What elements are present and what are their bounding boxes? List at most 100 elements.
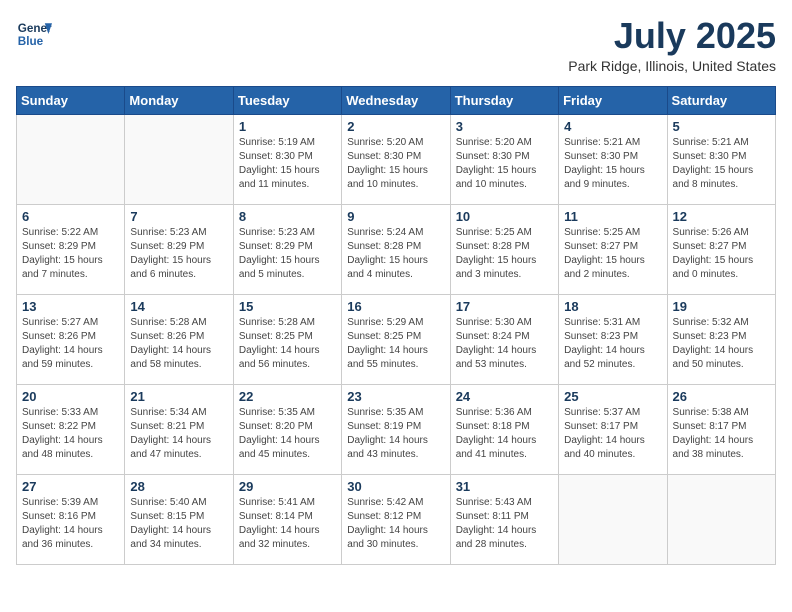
calendar-cell: 13 Sunrise: 5:27 AM Sunset: 8:26 PM Dayli… bbox=[17, 294, 125, 384]
day-info: Sunrise: 5:37 AM Sunset: 8:17 PM Dayligh… bbox=[564, 406, 661, 462]
calendar-cell: 16 Sunrise: 5:29 AM Sunset: 8:25 PM Dayli… bbox=[342, 294, 450, 384]
day-number: 7 bbox=[130, 209, 227, 224]
day-number: 31 bbox=[456, 479, 553, 494]
calendar-cell: 6 Sunrise: 5:22 AM Sunset: 8:29 PM Daylig… bbox=[17, 204, 125, 294]
calendar-cell: 15Sunrise: 5:28 AM Sunset: 8:25 PM Dayli… bbox=[233, 294, 341, 384]
day-number: 20 bbox=[22, 389, 119, 404]
calendar-cell: 31 Sunrise: 5:43 AM Sunset: 8:11 PM Dayli… bbox=[450, 474, 558, 564]
day-info: Sunrise: 5:35 AM Sunset: 8:19 PM Dayligh… bbox=[347, 406, 444, 462]
day-info: Sunrise: 5:20 AM Sunset: 8:30 PM Dayligh… bbox=[347, 136, 444, 192]
day-info: Sunrise: 5:21 AM Sunset: 8:30 PM Dayligh… bbox=[673, 136, 770, 192]
calendar-cell: 25 Sunrise: 5:37 AM Sunset: 8:17 PM Dayli… bbox=[559, 384, 667, 474]
calendar-table: SundayMondayTuesdayWednesdayThursdayFrid… bbox=[16, 86, 776, 565]
day-info: Sunrise: 5:33 AM Sunset: 8:22 PM Dayligh… bbox=[22, 406, 119, 462]
day-number: 13 bbox=[22, 299, 119, 314]
day-number: 19 bbox=[673, 299, 770, 314]
logo-icon: General Blue bbox=[16, 16, 52, 52]
svg-text:Blue: Blue bbox=[18, 35, 44, 48]
calendar-cell: 1 Sunrise: 5:19 AM Sunset: 8:30 PM Daylig… bbox=[233, 114, 341, 204]
weekday-header-tuesday: Tuesday bbox=[233, 86, 341, 114]
day-number: 9 bbox=[347, 209, 444, 224]
calendar-cell bbox=[559, 474, 667, 564]
calendar-cell: 7Sunrise: 5:23 AM Sunset: 8:29 PM Daylig… bbox=[125, 204, 233, 294]
day-info: Sunrise: 5:31 AM Sunset: 8:23 PM Dayligh… bbox=[564, 316, 661, 372]
weekday-header-saturday: Saturday bbox=[667, 86, 775, 114]
weekday-header-wednesday: Wednesday bbox=[342, 86, 450, 114]
calendar-cell: 23 Sunrise: 5:35 AM Sunset: 8:19 PM Dayli… bbox=[342, 384, 450, 474]
day-number: 28 bbox=[130, 479, 227, 494]
calendar-cell: 5 Sunrise: 5:21 AM Sunset: 8:30 PM Daylig… bbox=[667, 114, 775, 204]
day-number: 29 bbox=[239, 479, 336, 494]
day-info: Sunrise: 5:29 AM Sunset: 8:25 PM Dayligh… bbox=[347, 316, 444, 372]
calendar-cell bbox=[125, 114, 233, 204]
title-block: July 2025 Park Ridge, Illinois, United S… bbox=[568, 16, 776, 74]
calendar-cell: 20 Sunrise: 5:33 AM Sunset: 8:22 PM Dayli… bbox=[17, 384, 125, 474]
calendar-cell: 28Sunrise: 5:40 AM Sunset: 8:15 PM Dayli… bbox=[125, 474, 233, 564]
day-info: Sunrise: 5:21 AM Sunset: 8:30 PM Dayligh… bbox=[564, 136, 661, 192]
day-number: 4 bbox=[564, 119, 661, 134]
day-number: 25 bbox=[564, 389, 661, 404]
day-info: Sunrise: 5:35 AM Sunset: 8:20 PM Dayligh… bbox=[239, 406, 336, 462]
week-row-3: 13 Sunrise: 5:27 AM Sunset: 8:26 PM Dayli… bbox=[17, 294, 776, 384]
month-title: July 2025 bbox=[568, 16, 776, 56]
day-info: Sunrise: 5:39 AM Sunset: 8:16 PM Dayligh… bbox=[22, 496, 119, 552]
day-info: Sunrise: 5:32 AM Sunset: 8:23 PM Dayligh… bbox=[673, 316, 770, 372]
day-number: 3 bbox=[456, 119, 553, 134]
calendar-cell: 9 Sunrise: 5:24 AM Sunset: 8:28 PM Daylig… bbox=[342, 204, 450, 294]
calendar-cell: 26 Sunrise: 5:38 AM Sunset: 8:17 PM Dayli… bbox=[667, 384, 775, 474]
day-info: Sunrise: 5:38 AM Sunset: 8:17 PM Dayligh… bbox=[673, 406, 770, 462]
week-row-1: 1 Sunrise: 5:19 AM Sunset: 8:30 PM Daylig… bbox=[17, 114, 776, 204]
calendar-cell: 24Sunrise: 5:36 AM Sunset: 8:18 PM Dayli… bbox=[450, 384, 558, 474]
week-row-2: 6 Sunrise: 5:22 AM Sunset: 8:29 PM Daylig… bbox=[17, 204, 776, 294]
calendar-cell: 19 Sunrise: 5:32 AM Sunset: 8:23 PM Dayli… bbox=[667, 294, 775, 384]
week-row-4: 20 Sunrise: 5:33 AM Sunset: 8:22 PM Dayli… bbox=[17, 384, 776, 474]
day-info: Sunrise: 5:30 AM Sunset: 8:24 PM Dayligh… bbox=[456, 316, 553, 372]
calendar-cell bbox=[667, 474, 775, 564]
day-info: Sunrise: 5:43 AM Sunset: 8:11 PM Dayligh… bbox=[456, 496, 553, 552]
day-info: Sunrise: 5:34 AM Sunset: 8:21 PM Dayligh… bbox=[130, 406, 227, 462]
page-header: General Blue July 2025 Park Ridge, Illin… bbox=[16, 16, 776, 74]
weekday-header-sunday: Sunday bbox=[17, 86, 125, 114]
calendar-cell: 30Sunrise: 5:42 AM Sunset: 8:12 PM Dayli… bbox=[342, 474, 450, 564]
day-number: 11 bbox=[564, 209, 661, 224]
week-row-5: 27 Sunrise: 5:39 AM Sunset: 8:16 PM Dayli… bbox=[17, 474, 776, 564]
day-info: Sunrise: 5:25 AM Sunset: 8:27 PM Dayligh… bbox=[564, 226, 661, 282]
day-number: 22 bbox=[239, 389, 336, 404]
day-number: 2 bbox=[347, 119, 444, 134]
calendar-cell: 2 Sunrise: 5:20 AM Sunset: 8:30 PM Daylig… bbox=[342, 114, 450, 204]
day-info: Sunrise: 5:36 AM Sunset: 8:18 PM Dayligh… bbox=[456, 406, 553, 462]
calendar-cell: 11 Sunrise: 5:25 AM Sunset: 8:27 PM Dayli… bbox=[559, 204, 667, 294]
day-info: Sunrise: 5:19 AM Sunset: 8:30 PM Dayligh… bbox=[239, 136, 336, 192]
calendar-cell: 4 Sunrise: 5:21 AM Sunset: 8:30 PM Daylig… bbox=[559, 114, 667, 204]
day-number: 16 bbox=[347, 299, 444, 314]
day-info: Sunrise: 5:26 AM Sunset: 8:27 PM Dayligh… bbox=[673, 226, 770, 282]
day-number: 23 bbox=[347, 389, 444, 404]
day-info: Sunrise: 5:27 AM Sunset: 8:26 PM Dayligh… bbox=[22, 316, 119, 372]
day-info: Sunrise: 5:41 AM Sunset: 8:14 PM Dayligh… bbox=[239, 496, 336, 552]
day-number: 10 bbox=[456, 209, 553, 224]
calendar-cell: 14 Sunrise: 5:28 AM Sunset: 8:26 PM Dayli… bbox=[125, 294, 233, 384]
calendar-cell: 17Sunrise: 5:30 AM Sunset: 8:24 PM Dayli… bbox=[450, 294, 558, 384]
calendar-cell: 8Sunrise: 5:23 AM Sunset: 8:29 PM Daylig… bbox=[233, 204, 341, 294]
day-info: Sunrise: 5:23 AM Sunset: 8:29 PM Dayligh… bbox=[239, 226, 336, 282]
calendar-cell: 3Sunrise: 5:20 AM Sunset: 8:30 PM Daylig… bbox=[450, 114, 558, 204]
calendar-cell bbox=[17, 114, 125, 204]
day-number: 6 bbox=[22, 209, 119, 224]
day-number: 1 bbox=[239, 119, 336, 134]
day-number: 21 bbox=[130, 389, 227, 404]
day-number: 5 bbox=[673, 119, 770, 134]
weekday-header-row: SundayMondayTuesdayWednesdayThursdayFrid… bbox=[17, 86, 776, 114]
calendar-cell: 12Sunrise: 5:26 AM Sunset: 8:27 PM Dayli… bbox=[667, 204, 775, 294]
day-info: Sunrise: 5:24 AM Sunset: 8:28 PM Dayligh… bbox=[347, 226, 444, 282]
day-number: 14 bbox=[130, 299, 227, 314]
day-info: Sunrise: 5:28 AM Sunset: 8:25 PM Dayligh… bbox=[239, 316, 336, 372]
calendar-cell: 27 Sunrise: 5:39 AM Sunset: 8:16 PM Dayli… bbox=[17, 474, 125, 564]
day-info: Sunrise: 5:28 AM Sunset: 8:26 PM Dayligh… bbox=[130, 316, 227, 372]
calendar-cell: 29 Sunrise: 5:41 AM Sunset: 8:14 PM Dayli… bbox=[233, 474, 341, 564]
calendar-cell: 22 Sunrise: 5:35 AM Sunset: 8:20 PM Dayli… bbox=[233, 384, 341, 474]
day-info: Sunrise: 5:22 AM Sunset: 8:29 PM Dayligh… bbox=[22, 226, 119, 282]
day-number: 30 bbox=[347, 479, 444, 494]
weekday-header-monday: Monday bbox=[125, 86, 233, 114]
day-number: 26 bbox=[673, 389, 770, 404]
day-number: 27 bbox=[22, 479, 119, 494]
